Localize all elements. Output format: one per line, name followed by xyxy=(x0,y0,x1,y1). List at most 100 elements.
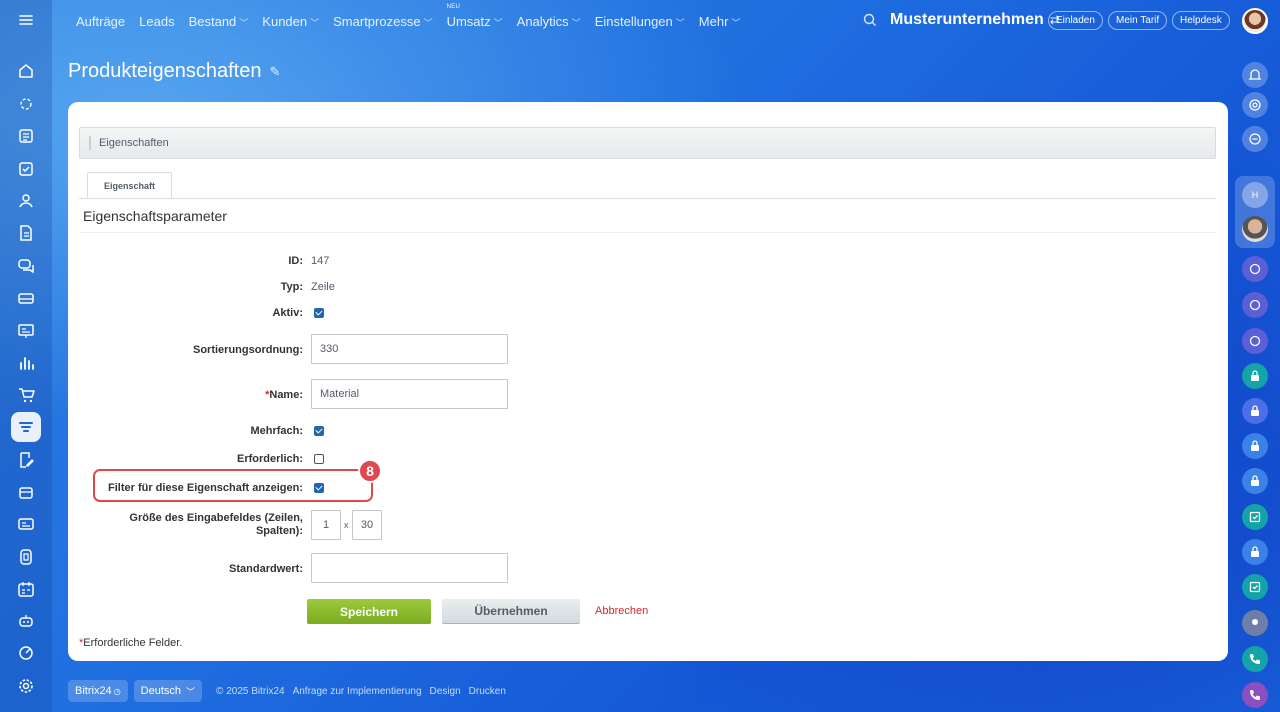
bot-avatar-icon[interactable] xyxy=(1242,610,1268,636)
tab-divider xyxy=(79,198,1216,199)
design-link[interactable]: Design xyxy=(430,686,461,697)
task-check-icon[interactable] xyxy=(1242,574,1268,600)
nav-item-leads[interactable]: Leads xyxy=(139,14,174,29)
user-avatar[interactable] xyxy=(1242,8,1268,34)
size-cols-input[interactable]: 30 xyxy=(352,510,382,540)
phone-icon[interactable] xyxy=(1242,682,1268,708)
nav-item-analytics[interactable]: Analytics ﹀ xyxy=(517,14,581,29)
task-check-icon[interactable] xyxy=(1242,504,1268,530)
apply-button[interactable]: Übernehmen xyxy=(442,599,580,624)
size-rows-input[interactable]: 1 xyxy=(311,510,341,540)
required-checkbox[interactable] xyxy=(314,454,324,464)
chevron-down-icon: ﹀ xyxy=(675,17,685,28)
id-label: ID: xyxy=(288,255,303,267)
edit-document-icon[interactable] xyxy=(14,448,38,472)
nav-item-kunden[interactable]: Kunden ﹀ xyxy=(262,14,319,29)
implementation-link[interactable]: Anfrage zur Implementierung xyxy=(293,686,422,697)
contacts-icon[interactable] xyxy=(14,189,38,213)
print-link[interactable]: Drucken xyxy=(469,686,506,697)
chat-channel-icon[interactable] xyxy=(1242,292,1268,318)
lock-icon[interactable] xyxy=(1242,468,1268,494)
section-divider xyxy=(79,232,1216,233)
chevron-down-icon: ﹀ xyxy=(310,17,320,28)
chevron-down-icon: ﹀ xyxy=(731,17,741,28)
brand-badge[interactable]: Bitrix24 ◷ xyxy=(68,680,128,702)
active-checkbox[interactable] xyxy=(314,308,324,318)
left-sidebar xyxy=(0,0,52,712)
messenger-icon[interactable] xyxy=(1242,126,1268,152)
feed-icon[interactable] xyxy=(14,124,38,148)
new-badge: NEU xyxy=(446,3,461,10)
filter-icon[interactable] xyxy=(14,415,38,439)
search-icon[interactable] xyxy=(862,12,878,33)
chevron-down-icon: ﹀ xyxy=(571,17,581,28)
building-icon[interactable] xyxy=(14,480,38,504)
chevron-down-icon: ﹀ xyxy=(186,686,196,697)
chat-icon[interactable] xyxy=(14,254,38,278)
marketing-icon[interactable] xyxy=(14,641,38,665)
lock-icon[interactable] xyxy=(1242,398,1268,424)
pin-icon[interactable]: ✎ xyxy=(269,64,280,80)
helpdesk-button[interactable]: Helpdesk xyxy=(1172,11,1230,30)
save-button[interactable]: Speichern xyxy=(307,599,431,624)
nav-item-umsatz[interactable]: NEU Umsatz ﹀ xyxy=(447,4,503,29)
multiple-checkbox[interactable] xyxy=(314,426,324,436)
chat-avatar-person[interactable] xyxy=(1242,216,1268,242)
default-input[interactable] xyxy=(311,553,508,583)
content-card: Eigenschaften Eigenschaft Eigenschaftspa… xyxy=(68,102,1228,661)
invite-button[interactable]: Einladen xyxy=(1048,11,1103,30)
page-title-row: Produkteigenschaften ✎ xyxy=(68,60,280,83)
step-badge: 8 xyxy=(358,459,382,483)
analytics-icon[interactable] xyxy=(14,351,38,375)
cancel-link[interactable]: Abbrechen xyxy=(595,605,648,617)
cart-icon[interactable] xyxy=(14,383,38,407)
sort-label: Sortierungsordnung: xyxy=(193,344,303,356)
presentation-icon[interactable] xyxy=(14,319,38,343)
lock-icon[interactable] xyxy=(1242,433,1268,459)
bot-icon[interactable] xyxy=(14,609,38,633)
lock-icon[interactable] xyxy=(1242,539,1268,565)
bell-icon[interactable] xyxy=(1242,62,1268,88)
card-icon[interactable] xyxy=(14,512,38,536)
id-value: 147 xyxy=(311,255,330,267)
sort-input[interactable]: 330 xyxy=(311,334,508,364)
home-icon[interactable] xyxy=(14,59,38,83)
required-fields-note: *Erforderliche Felder. xyxy=(79,637,183,649)
company-switcher[interactable]: Musterunternehmen ⇄ xyxy=(890,11,1060,29)
company-name: Musterunternehmen xyxy=(890,11,1044,28)
nav-item-auftraege[interactable]: Aufträge xyxy=(76,14,125,29)
settings-gear-icon[interactable] xyxy=(14,674,38,698)
nav-item-einstellungen[interactable]: Einstellungen ﹀ xyxy=(595,14,685,29)
phone-icon[interactable] xyxy=(1242,646,1268,672)
sparkle-icon[interactable] xyxy=(14,92,38,116)
chat-avatar-h[interactable]: H xyxy=(1242,182,1268,208)
nav-item-mehr[interactable]: Mehr ﹀ xyxy=(699,14,741,29)
language-select[interactable]: Deutsch ﹀ xyxy=(133,680,203,702)
filter-checkbox[interactable] xyxy=(314,483,324,493)
name-input[interactable]: Material xyxy=(311,379,508,409)
name-label: *Name: xyxy=(265,389,303,401)
clock-icon: ◷ xyxy=(113,686,121,696)
menu-icon[interactable] xyxy=(14,8,38,32)
nav-item-smartprozesse[interactable]: Smartprozesse ﹀ xyxy=(333,14,432,29)
tab-eigenschaft[interactable]: Eigenschaft xyxy=(87,172,172,199)
filter-label: Filter für diese Eigenschaft anzeigen: xyxy=(108,482,303,494)
plan-button[interactable]: Mein Tarif xyxy=(1108,11,1168,30)
chevron-down-icon: ﹀ xyxy=(239,17,249,28)
chevron-down-icon: ﹀ xyxy=(423,17,433,28)
breadcrumb: Eigenschaften xyxy=(79,127,1216,159)
inbox-icon[interactable] xyxy=(14,286,38,310)
calendar-icon[interactable] xyxy=(14,577,38,601)
chat-channel-icon[interactable] xyxy=(1242,328,1268,354)
breadcrumb-item[interactable]: Eigenschaften xyxy=(99,137,169,149)
chat-channel-icon[interactable] xyxy=(1242,256,1268,282)
type-label: Typ: xyxy=(280,281,303,293)
phone-book-icon[interactable] xyxy=(14,545,38,569)
nav-item-bestand[interactable]: Bestand ﹀ xyxy=(189,14,249,29)
lock-icon[interactable] xyxy=(1242,363,1268,389)
copilot-icon[interactable] xyxy=(1242,92,1268,118)
copyright: © 2025 Bitrix24 xyxy=(216,685,285,697)
size-separator: x xyxy=(344,520,349,530)
document-icon[interactable] xyxy=(14,221,38,245)
tasks-icon[interactable] xyxy=(14,157,38,181)
